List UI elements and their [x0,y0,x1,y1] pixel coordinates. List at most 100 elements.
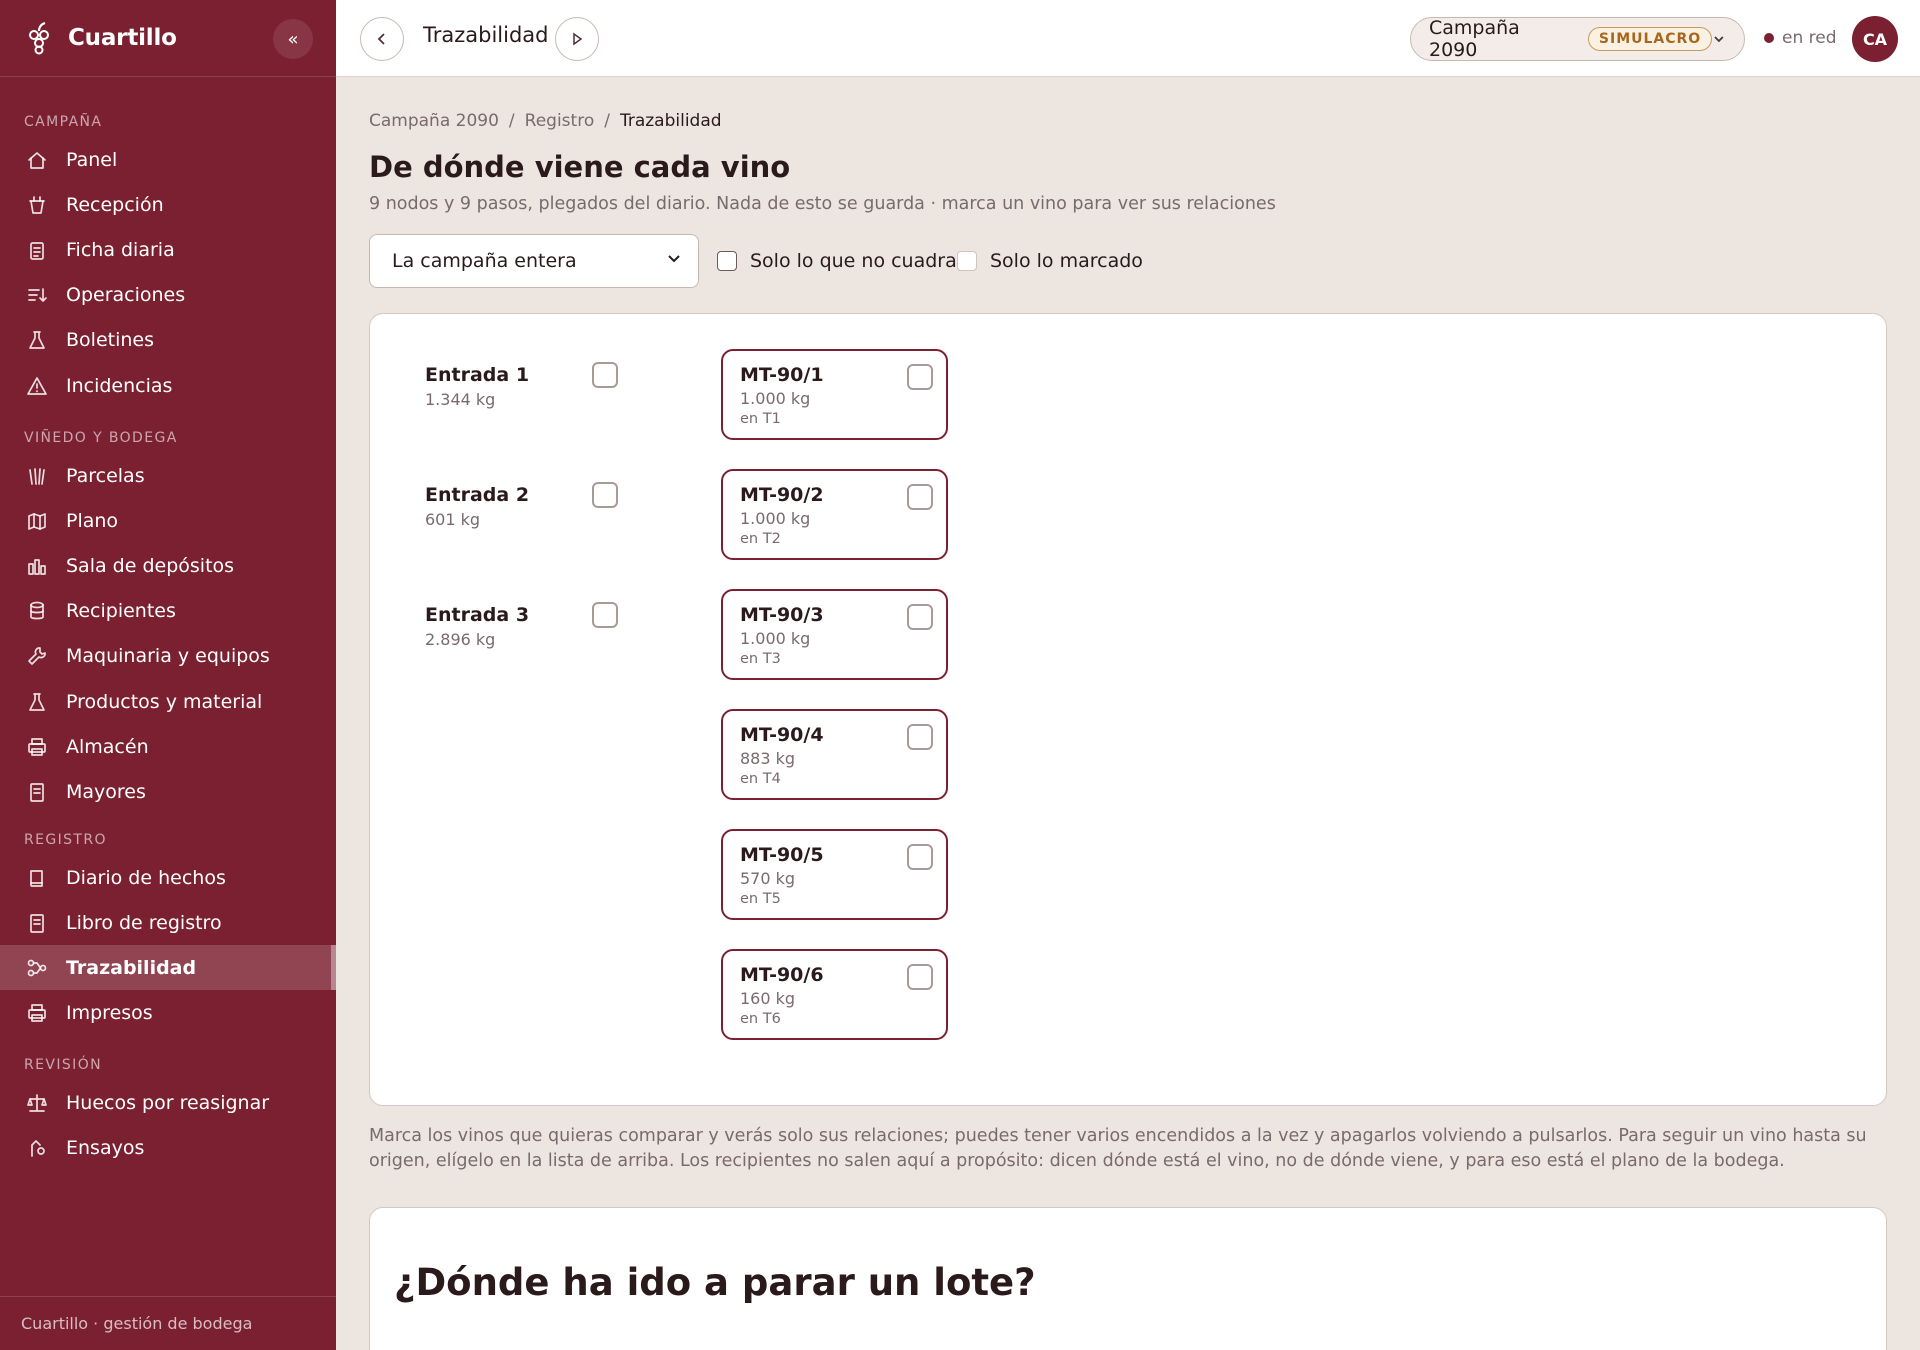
lot-mark-checkbox[interactable] [907,964,933,990]
sidebar-item-ensayos[interactable]: Ensayos [0,1125,336,1170]
lot-tank: en T5 [740,891,781,907]
status-label: en red [1782,28,1837,48]
sidebar-item-label: Huecos por reasignar [66,1091,270,1114]
back-button[interactable] [360,17,404,61]
chevron-down-icon [668,255,680,263]
lot-destination-card: ¿Dónde ha ido a parar un lote? [369,1207,1887,1350]
flask-icon [26,691,48,713]
app-name: Cuartillo [68,25,177,51]
sidebar-item-label: Sala de depósitos [66,554,235,577]
sidebar-item-almacen[interactable]: Almacén [0,724,336,769]
sidebar-item-label: Parcelas [66,464,145,487]
lot-node[interactable]: MT-90/6 160 kg en T6 [721,949,948,1040]
grape-logo-icon [29,22,49,55]
only-mismatch-checkbox[interactable] [717,251,737,271]
sidebar-item-operaciones[interactable]: Operaciones [0,273,336,318]
sidebar-item-label: Productos y material [66,690,263,713]
lot-tank: en T1 [740,411,781,427]
only-marked-checkbox[interactable] [957,251,977,271]
vineyard-icon [26,465,48,487]
wrench-icon [26,645,48,667]
scale-icon [26,1092,48,1114]
sidebar-item-label: Boletines [66,329,154,352]
breadcrumb-current: Trazabilidad [619,111,722,131]
printer-icon [26,736,48,758]
sidebar-item-label: Recepción [66,193,164,216]
nav-section-title: REVISIÓN [24,1057,102,1073]
sidebar-item-label: Trazabilidad [66,956,197,979]
chevron-down-icon [1714,36,1724,43]
sidebar-item-incidencias[interactable]: Incidencias [0,363,336,408]
sidebar-item-huecos-por-reasignar[interactable]: Huecos por reasignar [0,1080,336,1125]
sidebar-item-boletines[interactable]: Boletines [0,318,336,363]
entry-node: Entrada 1 1.344 kg [425,364,529,409]
lot-mark-checkbox[interactable] [907,844,933,870]
lot-quantity: 570 kg [740,869,796,888]
breadcrumb-registro[interactable]: Registro [525,111,595,131]
status-dot [1764,33,1774,43]
sidebar-item-label: Mayores [66,780,146,803]
clipboard-icon [26,239,48,261]
lot-quantity: 1.000 kg [740,389,811,408]
campaign-label: Campaña 2090 [1429,17,1520,61]
trace-icon [26,957,48,979]
sidebar-item-maquinaria-y-equipos[interactable]: Maquinaria y equipos [0,634,336,679]
breadcrumb-campaign[interactable]: Campaña 2090 [369,111,499,131]
sidebar-item-recepcion[interactable]: Recepción [0,182,336,227]
lot-mark-checkbox[interactable] [907,484,933,510]
lot-mark-checkbox[interactable] [907,364,933,390]
sidebar-item-label: Ensayos [66,1136,145,1159]
sidebar-item-label: Plano [66,509,119,532]
flask-icon [26,329,48,351]
sidebar-item-parcelas[interactable]: Parcelas [0,453,336,498]
lot-node[interactable]: MT-90/4 883 kg en T4 [721,709,948,800]
lot-node[interactable]: MT-90/2 1.000 kg en T2 [721,469,948,560]
lot-quantity: 1.000 kg [740,629,811,648]
only-mismatch-label: Solo lo que no cuadra [750,250,957,272]
sidebar-item-plano[interactable]: Plano [0,498,336,543]
book-icon [26,867,48,889]
breadcrumb-separator: / [604,111,610,131]
entry-mark-checkbox[interactable] [592,362,618,388]
sidebar-item-label: Almacén [66,735,149,758]
collapse-sidebar-button[interactable]: « [273,19,313,59]
only-mismatch-filter[interactable]: Solo lo que no cuadra [717,250,957,272]
list-arrow-icon [26,284,48,306]
sidebar-item-recipientes[interactable]: Recipientes [0,589,336,634]
sidebar-item-ficha-diaria[interactable]: Ficha diaria [0,227,336,272]
sidebar-item-diario-de-hechos[interactable]: Diario de hechos [0,855,336,900]
ledger-icon [26,912,48,934]
user-avatar[interactable]: CA [1852,16,1898,62]
map-icon [26,510,48,532]
lot-quantity: 883 kg [740,749,796,768]
sidebar-item-productos-y-material[interactable]: Productos y material [0,679,336,724]
warning-icon [26,375,48,397]
lot-tank: en T4 [740,771,781,787]
lot-node[interactable]: MT-90/5 570 kg en T5 [721,829,948,920]
breadcrumb: Campaña 2090 / Registro / Trazabilidad [369,111,722,131]
sidebar-item-mayores[interactable]: Mayores [0,769,336,814]
sidebar-item-sala-de-depositos[interactable]: Sala de depósitos [0,543,336,588]
sidebar-item-impresos[interactable]: Impresos [0,991,336,1036]
lot-mark-checkbox[interactable] [907,724,933,750]
sidebar-item-libro-de-registro[interactable]: Libro de registro [0,900,336,945]
campaign-selector[interactable]: Campaña 2090 SIMULACRO [1410,17,1745,61]
chevron-left-icon [377,33,385,45]
lot-quantity: 160 kg [740,989,796,1008]
only-marked-label: Solo lo marcado [990,250,1143,272]
play-button[interactable] [555,17,599,61]
simulation-badge: SIMULACRO [1587,27,1713,51]
sidebar-item-panel[interactable]: Panel [0,137,336,182]
page-header-title: Trazabilidad [423,23,549,47]
lot-mark-checkbox[interactable] [907,604,933,630]
entry-mark-checkbox[interactable] [592,602,618,628]
scope-select-value: La campaña entera [392,250,577,272]
lot-node[interactable]: MT-90/1 1.000 kg en T1 [721,349,948,440]
entry-node: Entrada 2 601 kg [425,484,529,529]
scope-select[interactable]: La campaña entera [369,234,699,288]
entry-name: Entrada 2 [425,484,530,506]
sidebar-item-trazabilidad[interactable]: Trazabilidad [0,945,336,991]
entry-mark-checkbox[interactable] [592,482,618,508]
only-marked-filter[interactable]: Solo lo marcado [957,250,1143,272]
lot-node[interactable]: MT-90/3 1.000 kg en T3 [721,589,948,680]
